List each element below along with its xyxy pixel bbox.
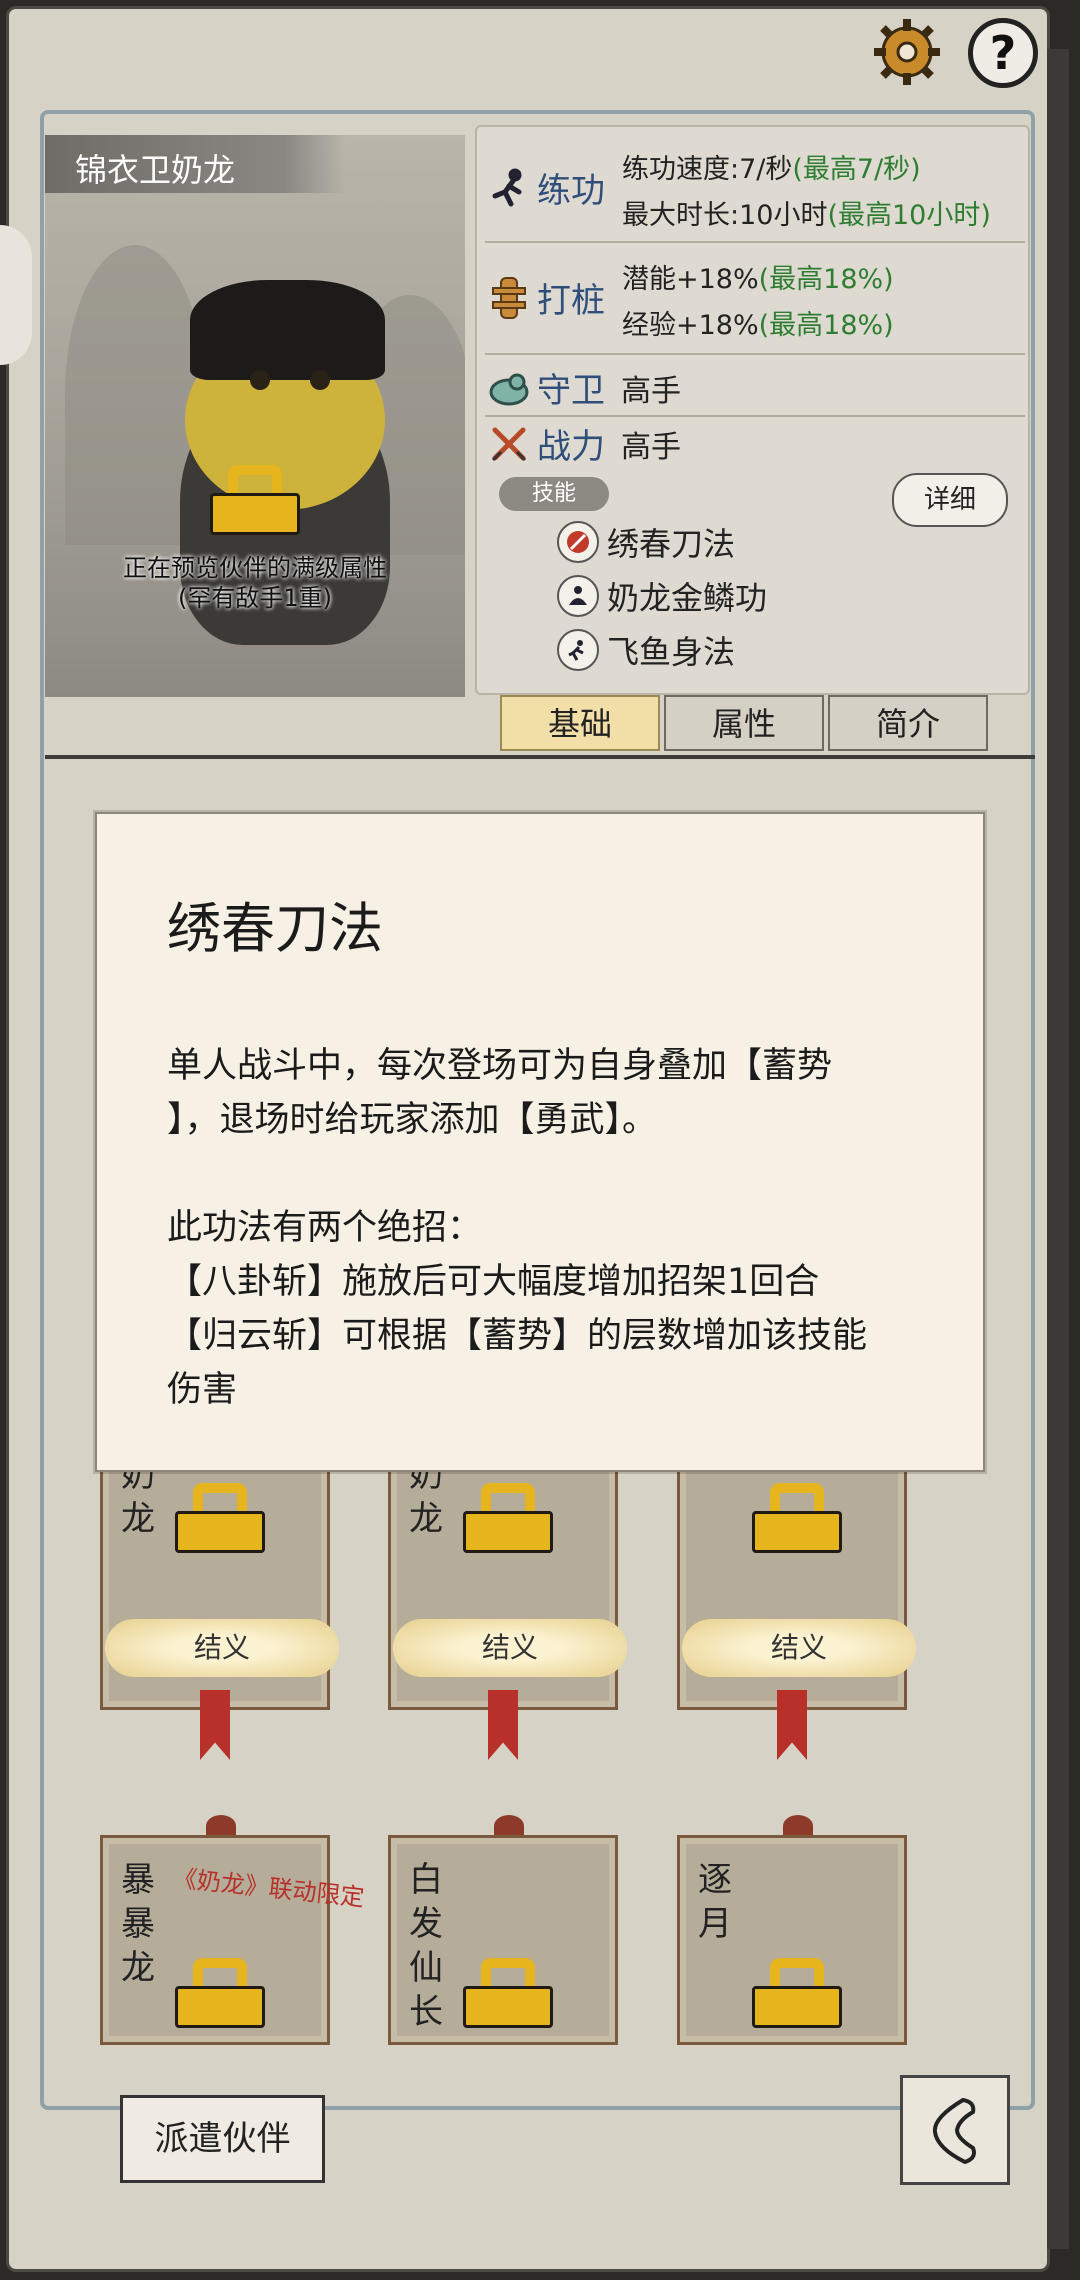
detail-button[interactable]: 详细 [892,473,1008,527]
companion-name: 锦衣卫奶龙 [75,151,236,189]
stat-guard: 守卫 高手 [487,363,681,412]
lock-icon [175,1958,265,2028]
hanger-hook [783,1815,813,1837]
skill-detail-popup[interactable]: 绣春刀法 单人战斗中，每次登场可为自身叠加【蓄势 】，退场时给玩家添加【勇武】。… [95,812,985,1472]
name-plate: 锦衣卫奶龙 [45,135,345,193]
lock-icon [463,1483,553,1553]
skill-item[interactable]: 飞鱼身法 [557,627,735,673]
hanger-hook [494,1815,524,1837]
stat-guard-value: 高手 [621,373,681,409]
hanger-hook [206,1815,236,1837]
divider [485,415,1025,417]
gear-icon[interactable] [870,15,944,89]
tab-basic[interactable]: 基础 [500,695,660,751]
sworn-button[interactable]: 结义 [393,1619,627,1677]
card-name: 白发仙长 [409,1860,443,2032]
preview-note-line2: (罕有敌手1重) [178,584,332,612]
skill-item[interactable]: 绣春刀法 [557,519,735,565]
practice-speed: 练功速度:7/秒(最高7/秒) [622,154,921,185]
character-eye [310,370,330,390]
tab-attributes[interactable]: 属性 [664,695,824,751]
skill-name: 飞鱼身法 [607,633,736,671]
popup-description: 单人战斗中，每次登场可为自身叠加【蓄势 】，退场时给玩家添加【勇武】。 此功法有… [167,1046,868,1410]
character-hat [190,280,385,380]
agility-skill-icon [557,629,599,671]
companion-card[interactable]: 逐月 [677,1835,907,2045]
lock-icon [463,1958,553,2028]
running-figure-icon [487,166,531,210]
wooden-stake-icon [487,276,531,320]
divider [485,353,1025,355]
card-name: 暴暴龙 [121,1860,155,1988]
blade-skill-icon [557,521,599,563]
tab-intro[interactable]: 简介 [828,695,988,751]
stat-stake: 打桩 [487,273,605,322]
tab-bar: 基础 属性 简介 [500,695,988,751]
companion-card[interactable]: 白发仙长 [388,1835,618,2045]
stat-stake-label: 打桩 [537,281,605,321]
skill-item[interactable]: 奶龙金鳞功 [557,573,767,619]
back-arrow-icon [932,2097,976,2165]
divider [485,241,1025,243]
preview-note-line1: 正在预览伙伴的满级属性 [123,554,387,582]
meditation-skill-icon [557,575,599,617]
back-button[interactable] [900,2075,1010,2185]
character-eye [250,370,270,390]
stake-potential: 潜能+18%(最高18%) [622,264,894,295]
crossed-swords-icon [487,422,531,466]
card-name: 逐月 [698,1860,732,1944]
stat-combat-value: 高手 [621,429,681,465]
sworn-button[interactable]: 结义 [105,1619,339,1677]
dispatch-companion-button[interactable]: 派遣伙伴 [120,2095,325,2183]
lock-icon [210,465,300,535]
side-tab[interactable] [0,225,32,365]
stake-exp: 经验+18%(最高18%) [622,310,894,341]
companion-portrait: 锦衣卫奶龙 正在预览伙伴的满级属性 (罕有敌手1重) [45,135,465,697]
help-icon[interactable]: ? [968,18,1038,88]
tab-underline [45,755,1035,759]
preview-note: 正在预览伙伴的满级属性 (罕有敌手1重) [45,553,465,613]
stat-practice: 练功 [487,163,605,212]
stat-combat: 战力 高手 [487,419,681,468]
practice-duration: 最大时长:10小时(最高10小时) [622,200,991,231]
skill-name: 奶龙金鳞功 [607,579,768,617]
stat-practice-label: 练功 [537,171,605,211]
stats-panel: 练功 练功速度:7/秒(最高7/秒) 最大时长:10小时(最高10小时) 打桩 … [475,125,1030,695]
lock-icon [175,1483,265,1553]
stat-combat-label: 战力 [537,427,605,467]
sworn-button[interactable]: 结义 [682,1619,916,1677]
companion-card[interactable]: 暴暴龙 《奶龙》联动限定 [100,1835,366,2045]
skill-name: 绣春刀法 [607,525,736,563]
lock-icon [752,1958,842,2028]
stat-guard-label: 守卫 [537,371,605,411]
popup-title: 绣春刀法 [167,897,383,960]
lock-icon [752,1483,842,1553]
guardian-beast-icon [487,366,531,410]
skills-label: 技能 [499,477,609,511]
